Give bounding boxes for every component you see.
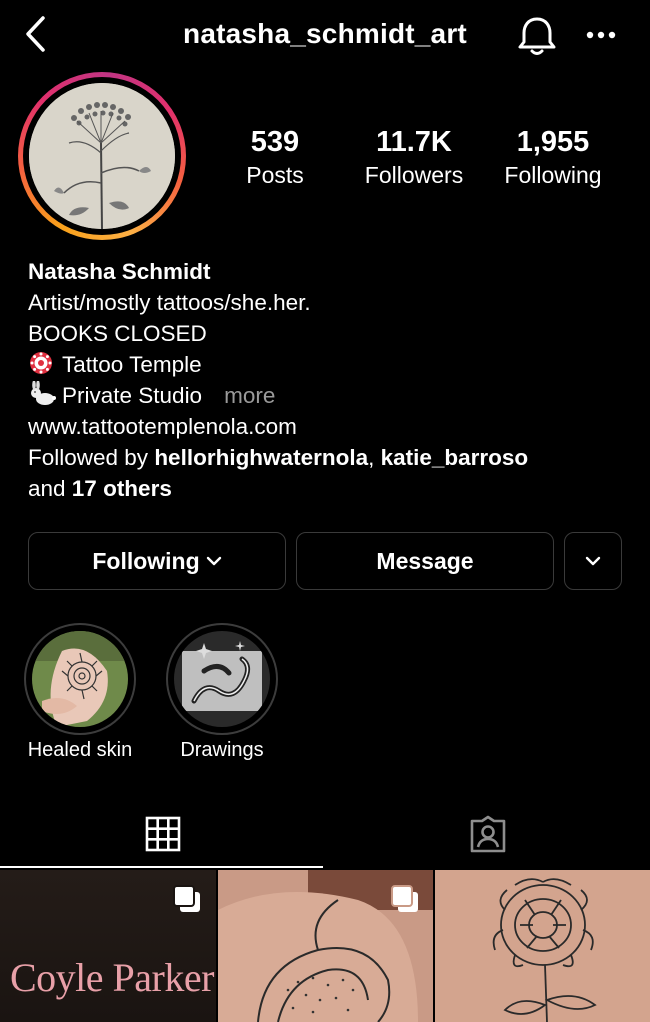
highlight-cover <box>32 631 128 727</box>
followed-by-others-count: 17 others <box>71 476 172 501</box>
highlight-drawings[interactable] <box>166 623 278 735</box>
posts-count-label: Posts <box>246 162 304 188</box>
followers-count-label: Followers <box>364 162 464 188</box>
avatar <box>29 83 175 229</box>
chevron-down-icon <box>206 556 221 566</box>
multiple-photos-icon <box>173 885 200 912</box>
ellipsis-icon <box>586 31 616 39</box>
following-button-label: Following <box>92 547 200 574</box>
avatar-story-ring[interactable] <box>18 72 186 240</box>
bio-line: BOOKS CLOSED <box>28 321 207 346</box>
followed-by-others[interactable]: and 17 others <box>28 473 628 504</box>
grid-post[interactable] <box>218 870 433 1022</box>
followers-count-value: 11.7K <box>376 126 452 158</box>
message-button-label: Message <box>376 547 474 574</box>
tagged-person-icon <box>470 815 505 853</box>
followed-by-prefix: Followed by <box>28 445 155 470</box>
followed-by-separator: , <box>368 445 381 470</box>
profile-bio: Natasha Schmidt Artist/mostly tattoos/sh… <box>28 256 628 504</box>
highlight-cover <box>174 631 270 727</box>
following-button[interactable]: Following <box>28 532 286 590</box>
suggested-accounts-button[interactable] <box>564 532 622 590</box>
following-count[interactable]: 1,955 Following <box>483 126 623 190</box>
multiple-photos-icon <box>391 885 418 912</box>
tab-tagged[interactable] <box>325 800 650 868</box>
following-count-label: Following <box>504 162 602 188</box>
profile-full-name: Natasha Schmidt <box>28 259 211 284</box>
highlight-label: Drawings <box>180 739 264 761</box>
more-options-button[interactable] <box>584 20 618 50</box>
following-count-value: 1,955 <box>516 126 590 158</box>
tab-posts-grid[interactable] <box>0 800 325 868</box>
grid-icon <box>145 816 180 852</box>
posts-count[interactable]: 539 Posts <box>205 126 345 190</box>
grid-post[interactable] <box>435 870 650 1022</box>
bio-line: Tattoo Temple <box>28 349 628 380</box>
bio-more-link[interactable]: more <box>224 383 275 408</box>
grid-post[interactable]: Coyle Parker <box>0 870 216 1022</box>
bio-line: Private Studio more <box>28 380 628 411</box>
rabbit-emoji-icon <box>31 381 56 405</box>
chevron-down-icon <box>585 556 601 566</box>
highlight-healed-skin[interactable] <box>24 623 136 735</box>
bio-line: Artist/mostly tattoos/she.her. <box>28 290 311 315</box>
highlight-label: Healed skin <box>27 739 133 761</box>
top-bar: natasha_schmidt_art <box>0 0 650 70</box>
active-tab-indicator <box>0 866 323 868</box>
bell-icon <box>518 17 556 55</box>
message-button[interactable]: Message <box>296 532 554 590</box>
followed-by-user[interactable]: katie_barroso <box>381 445 529 470</box>
post-caption-text: Coyle Parker <box>10 955 214 1000</box>
bio-website-link[interactable]: www.tattootemplenola.com <box>28 411 628 442</box>
followed-by-and: and <box>28 476 72 501</box>
notifications-button[interactable] <box>514 14 560 58</box>
bio-line-text: Tattoo Temple <box>62 352 202 377</box>
followed-by-text[interactable]: Followed by hellorhighwaternola, katie_b… <box>28 442 628 473</box>
posts-count-value: 539 <box>250 126 300 158</box>
followers-count[interactable]: 11.7K Followers <box>344 126 484 190</box>
followed-by-user[interactable]: hellorhighwaternola <box>154 445 368 470</box>
red-flower-emoji-icon <box>30 352 52 374</box>
bio-line-text: Private Studio <box>62 383 203 408</box>
